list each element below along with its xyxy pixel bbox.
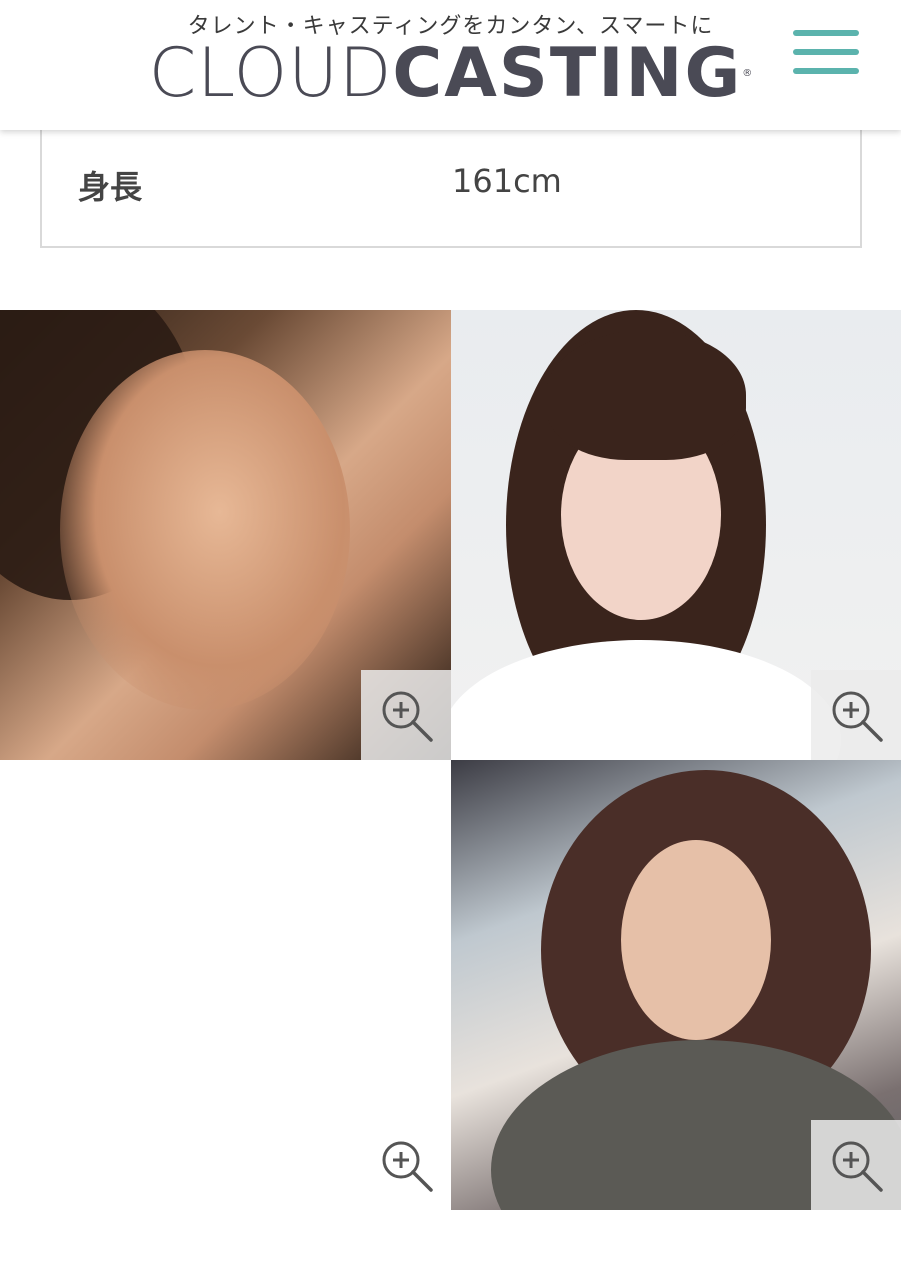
height-value: 161cm xyxy=(452,162,562,200)
zoom-in-icon xyxy=(832,1141,883,1192)
hamburger-menu-icon[interactable] xyxy=(793,30,859,76)
profile-photo-empty[interactable] xyxy=(0,760,451,1210)
menu-bar xyxy=(793,68,859,74)
zoom-button[interactable] xyxy=(811,670,901,760)
photo-decoration xyxy=(621,840,771,1040)
photo-decoration xyxy=(60,350,350,710)
logo-text-casting: CASTING xyxy=(392,34,743,113)
profile-photo-3[interactable] xyxy=(451,760,901,1210)
height-label: 身長 xyxy=(78,168,143,206)
zoom-button[interactable] xyxy=(361,670,451,760)
menu-bar xyxy=(793,49,859,55)
profile-photo-2[interactable] xyxy=(451,310,901,760)
profile-photo-1[interactable] xyxy=(0,310,451,760)
logo[interactable]: CLOUDCASTING® xyxy=(0,36,901,112)
zoom-in-icon xyxy=(382,691,433,742)
zoom-in-icon xyxy=(832,691,883,742)
logo-text-cloud: CLOUD xyxy=(148,34,393,113)
photo-decoration xyxy=(546,330,746,460)
menu-bar xyxy=(793,30,859,36)
site-header: タレント・キャスティングをカンタン、スマートに CLOUDCASTING® xyxy=(0,0,901,130)
zoom-in-icon xyxy=(382,1141,433,1192)
logo-registered-mark: ® xyxy=(742,68,753,79)
zoom-button[interactable] xyxy=(811,1120,901,1210)
zoom-button[interactable] xyxy=(361,1120,451,1210)
photo-decoration xyxy=(451,640,841,760)
